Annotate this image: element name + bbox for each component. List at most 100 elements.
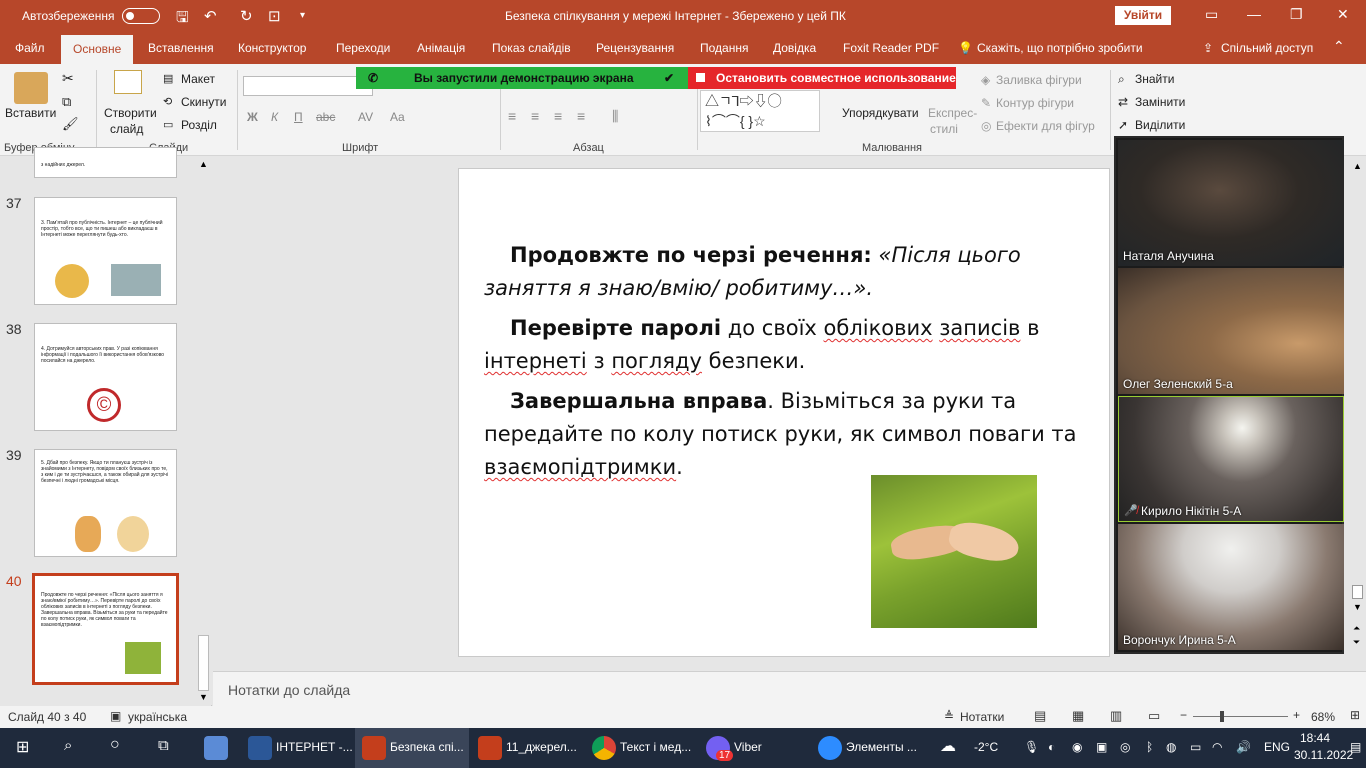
scroll-down-icon[interactable]: ▼ xyxy=(199,692,208,702)
scroll-up-icon[interactable]: ▲ xyxy=(1353,161,1362,171)
clock-time[interactable]: 18:44 xyxy=(1300,731,1330,745)
close-icon[interactable]: ✕ xyxy=(1337,6,1349,23)
bold-button[interactable]: Ж xyxy=(247,110,258,124)
shape-effects-button[interactable]: Ефекти для фігур xyxy=(996,119,1095,133)
taskbar-app-word[interactable]: ІНТЕРНЕТ -... xyxy=(276,740,353,754)
change-case-button[interactable]: Aa xyxy=(390,110,405,124)
autosave-toggle[interactable] xyxy=(122,8,160,24)
previous-slide-icon[interactable]: ⏶ xyxy=(1353,623,1360,634)
redo-icon[interactable]: ↻ xyxy=(240,7,253,25)
holding-hands-photo[interactable] xyxy=(871,475,1037,628)
slide-paragraph-3[interactable]: Завершальна вправа. Візьміться за руки т… xyxy=(484,385,1094,484)
zoom-slider-thumb[interactable] xyxy=(1220,711,1224,722)
zoom-out-icon[interactable]: − xyxy=(1180,708,1187,722)
start-slideshow-icon[interactable]: ⊡ xyxy=(268,7,281,25)
layout-button[interactable]: Макет xyxy=(181,72,215,86)
zoom-slider[interactable] xyxy=(1193,716,1288,717)
slideshow-view-icon[interactable]: ▭ xyxy=(1148,708,1160,724)
scroll-up-icon[interactable]: ▲ xyxy=(199,159,208,169)
section-button[interactable]: Розділ xyxy=(181,118,217,132)
undo-icon[interactable]: ↶ xyxy=(204,7,217,25)
notes-toggle[interactable]: Нотатки xyxy=(960,710,1004,724)
new-slide-button-line1[interactable]: Створити xyxy=(104,106,157,120)
tab-insert[interactable]: Вставлення xyxy=(148,41,214,55)
select-button[interactable]: Виділити xyxy=(1135,118,1185,132)
shapes-gallery[interactable]: △ㄱ⅂⇨⇩◯ ⌇⌒⌒{ }☆ xyxy=(700,90,820,132)
tab-animations[interactable]: Анімація xyxy=(417,41,465,55)
quick-styles-button-line1[interactable]: Експрес- xyxy=(928,106,977,120)
zoom-icon[interactable] xyxy=(818,736,842,760)
align-right-icon[interactable]: ≡ xyxy=(554,108,562,124)
slide-thumbnail-37[interactable]: 3. Пам'ятай про публічність. Інтернет – … xyxy=(34,197,177,305)
tray-icon[interactable]: ◎ xyxy=(1120,740,1130,754)
replace-button[interactable]: Замінити xyxy=(1135,95,1185,109)
taskbar-app-powerpoint-2[interactable]: 11_джерел... xyxy=(506,740,577,754)
format-painter-icon[interactable]: 🖌 xyxy=(62,116,79,132)
copy-icon[interactable]: ⧉ xyxy=(62,94,71,110)
find-button[interactable]: Знайти xyxy=(1135,72,1174,86)
new-slide-icon[interactable] xyxy=(114,70,142,94)
slide-paragraph-2[interactable]: Перевірте паролі до своїх облікових запи… xyxy=(484,312,1094,378)
strikethrough-button[interactable]: abc xyxy=(316,110,335,124)
minimize-icon[interactable]: — xyxy=(1247,6,1261,22)
volume-icon[interactable]: 🔊 xyxy=(1236,740,1251,754)
sign-in-button[interactable]: Увійти xyxy=(1115,6,1171,25)
tell-me-input[interactable]: Скажіть, що потрібно зробити xyxy=(977,41,1143,55)
columns-icon[interactable]: ⫼ xyxy=(612,108,618,125)
align-left-icon[interactable]: ≡ xyxy=(508,108,516,124)
underline-button[interactable]: П xyxy=(294,110,303,124)
notifications-icon[interactable]: ▤ xyxy=(1350,740,1361,754)
slide-canvas[interactable]: Продовжте по черзі речення: «Після цього… xyxy=(458,168,1110,657)
tab-transitions[interactable]: Переходи xyxy=(336,41,390,55)
weather-temp[interactable]: -2°C xyxy=(974,740,998,754)
microphone-icon[interactable]: 🎙 xyxy=(1024,740,1039,754)
stop-share-button[interactable]: Остановить совместное использование xyxy=(688,67,956,89)
slide-thumbnail-39[interactable]: 5. Дбай про безпеку. Якщо ти плануєш зус… xyxy=(34,449,177,557)
tab-view[interactable]: Подання xyxy=(700,41,748,55)
tab-slideshow[interactable]: Показ слайдів xyxy=(492,41,571,55)
windows-start-icon[interactable]: ⊞ xyxy=(16,737,29,757)
slide-sorter-icon[interactable]: ▦ xyxy=(1072,708,1084,724)
reading-view-icon[interactable]: ▥ xyxy=(1110,708,1122,724)
wifi-icon[interactable]: ◠ xyxy=(1212,740,1222,754)
powerpoint-icon[interactable] xyxy=(478,736,502,760)
char-spacing-button[interactable]: AV xyxy=(358,110,373,124)
participant-tile[interactable]: Кирило Нікітін 5-А 🎤̸ xyxy=(1118,396,1344,522)
slide-scrollbar[interactable]: ▲ ▼ ⏶ ⏷ xyxy=(1350,157,1366,653)
share-button[interactable]: Спільний доступ xyxy=(1221,41,1313,55)
slide-thumbnail-40[interactable]: Продовжте по черзі речення: «Після цього… xyxy=(32,573,179,685)
participant-tile[interactable]: Олег Зеленский 5-а xyxy=(1118,268,1344,394)
save-icon[interactable]: 🖫 xyxy=(176,7,189,32)
calculator-icon[interactable] xyxy=(204,736,228,760)
tray-icon[interactable]: ◉ xyxy=(1072,740,1082,754)
ribbon-display-icon[interactable]: ▭ xyxy=(1205,6,1218,23)
clock-date[interactable]: 30.11.2022 xyxy=(1294,748,1353,762)
align-center-icon[interactable]: ≡ xyxy=(531,108,539,124)
tray-icon[interactable]: ◐ xyxy=(1048,740,1055,754)
new-slide-button-line2[interactable]: слайд xyxy=(110,122,143,136)
scroll-thumb[interactable] xyxy=(198,635,209,691)
tab-home[interactable]: Основне xyxy=(61,35,134,64)
quick-styles-button-line2[interactable]: стилі xyxy=(930,122,958,136)
paste-button[interactable]: Вставити xyxy=(5,106,56,120)
tray-icon[interactable]: ▣ xyxy=(1096,740,1107,754)
participant-tile[interactable]: Ворончук Ирина 5-А xyxy=(1118,524,1344,650)
zoom-level[interactable]: 68% xyxy=(1311,710,1335,724)
weather-icon[interactable]: ☁ xyxy=(940,736,956,756)
next-slide-icon[interactable]: ⏷ xyxy=(1353,637,1360,648)
arrange-button[interactable]: Упорядкувати xyxy=(842,106,919,120)
ribbon-collapse-icon[interactable]: ⌃ xyxy=(1333,38,1345,55)
reset-button[interactable]: Скинути xyxy=(181,95,226,109)
taskbar-app-powerpoint[interactable]: Безпека спі... xyxy=(390,740,464,754)
task-view-icon[interactable]: ⧉ xyxy=(158,737,169,754)
font-name-select[interactable] xyxy=(243,76,373,96)
paste-icon[interactable] xyxy=(14,72,48,104)
slide-paragraph-1[interactable]: Продовжте по черзі речення: «Після цього… xyxy=(484,239,1094,305)
spellcheck-icon[interactable]: ▣ xyxy=(110,709,121,723)
taskbar-app-viber[interactable]: Viber xyxy=(734,740,762,754)
tab-help[interactable]: Довідка xyxy=(773,41,816,55)
tray-icon[interactable]: ◍ xyxy=(1166,740,1176,754)
shape-outline-button[interactable]: Контур фігури xyxy=(996,96,1074,110)
battery-icon[interactable]: ▭ xyxy=(1190,740,1201,754)
zoom-in-icon[interactable]: + xyxy=(1293,708,1300,722)
